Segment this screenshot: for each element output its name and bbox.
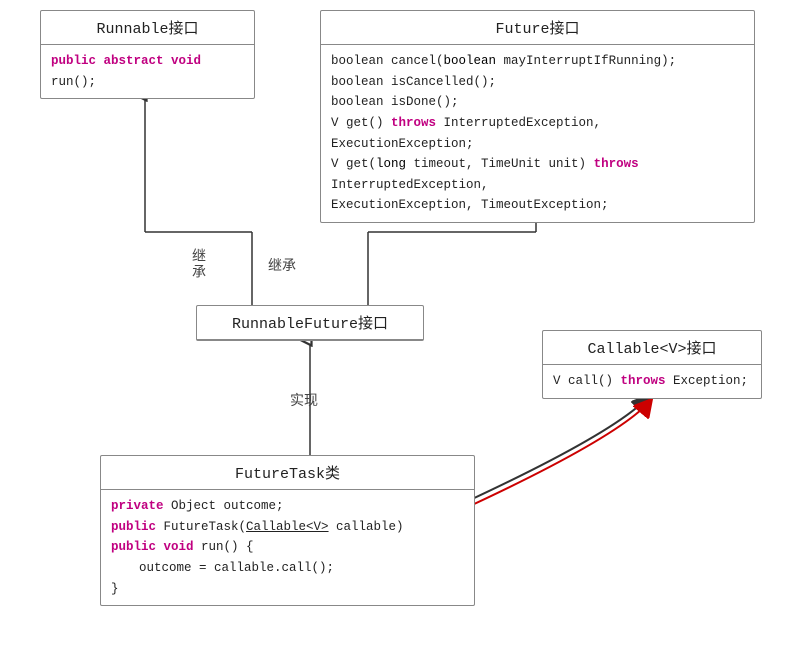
- ft-line-1: private Object outcome;: [111, 496, 464, 517]
- future-box: Future接口 boolean cancel(boolean mayInter…: [320, 10, 755, 223]
- future-line-3: boolean isDone();: [331, 92, 744, 113]
- future-line-4: V get() throws InterruptedException, Exe…: [331, 113, 744, 154]
- ft-line-5: }: [111, 579, 464, 600]
- runnablefuture-box: RunnableFuture接口: [196, 305, 424, 341]
- callable-body: V call() throws Exception;: [543, 365, 761, 398]
- callable-throws: throws: [621, 374, 666, 388]
- ft-line-3: public void run() {: [111, 537, 464, 558]
- ft-line-4: outcome = callable.call();: [111, 558, 464, 579]
- kw-public-1: public: [51, 54, 104, 68]
- callable-box: Callable<V>接口 V call() throws Exception;: [542, 330, 762, 399]
- futuretask-body: private Object outcome; public FutureTas…: [101, 490, 474, 605]
- futuretask-box: FutureTask类 private Object outcome; publ…: [100, 455, 475, 606]
- callable-title: Callable<V>接口: [543, 331, 761, 365]
- runnablefuture-title: RunnableFuture接口: [197, 306, 423, 340]
- inherit-label: 继承: [187, 248, 207, 280]
- future-body: boolean cancel(boolean mayInterruptIfRun…: [321, 45, 754, 222]
- future-line-2: boolean isCancelled();: [331, 72, 744, 93]
- ft-line-2: public FutureTask(Callable<V> callable): [111, 517, 464, 538]
- inherit-label-h: 继承: [268, 255, 296, 275]
- runnable-title: Runnable接口: [41, 11, 254, 45]
- runnable-box: Runnable接口 public abstract void run();: [40, 10, 255, 99]
- future-line-1: boolean cancel(boolean mayInterruptIfRun…: [331, 51, 744, 72]
- implement-label: 实现: [290, 390, 318, 410]
- future-line-5: V get(long timeout, TimeUnit unit) throw…: [331, 154, 744, 216]
- runnable-body: public abstract void run();: [41, 45, 254, 98]
- future-title: Future接口: [321, 11, 754, 45]
- kw-abstract-1: abstract: [104, 54, 172, 68]
- futuretask-title: FutureTask类: [101, 456, 474, 490]
- diagram-container: Runnable接口 public abstract void run(); F…: [0, 0, 800, 650]
- kw-void-1: void: [171, 54, 201, 68]
- run-method: run();: [51, 75, 96, 89]
